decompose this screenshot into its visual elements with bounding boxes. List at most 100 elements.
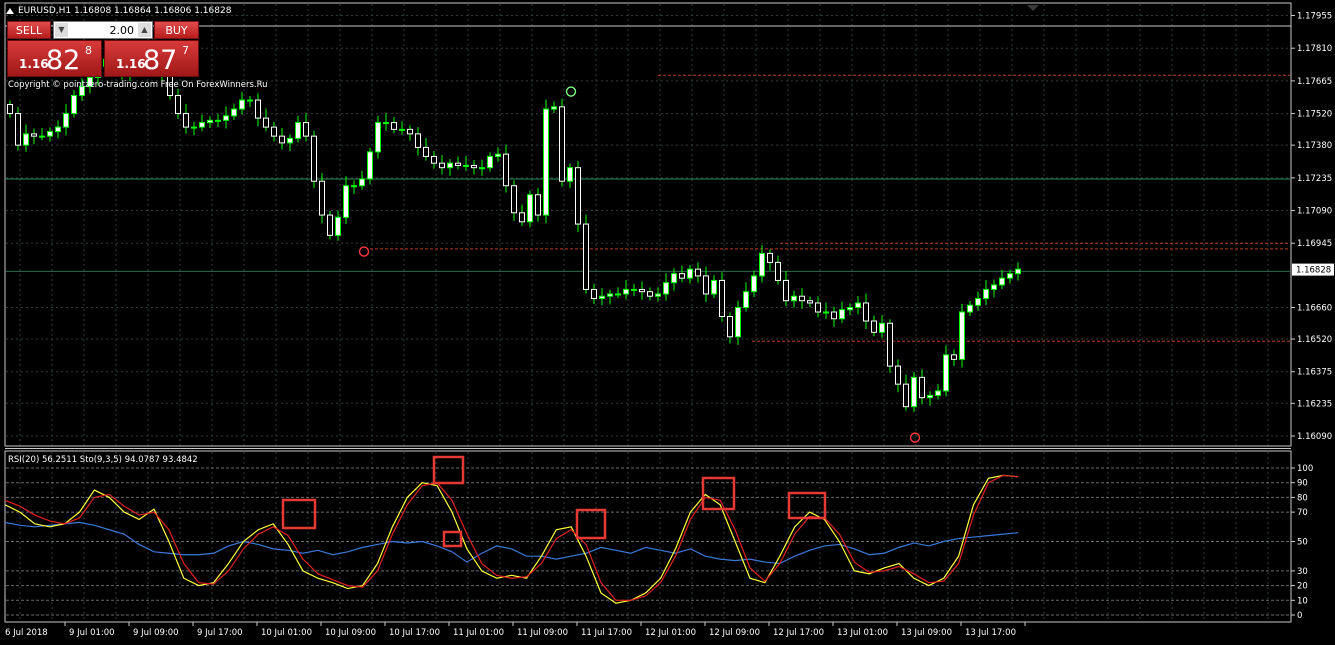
candle-body — [959, 311, 965, 360]
candle-body — [311, 135, 317, 182]
candle-body — [303, 122, 309, 137]
candle-body — [591, 288, 597, 299]
sell-price-button[interactable]: 1.16 82 8 — [7, 40, 102, 77]
candle-body — [239, 99, 245, 110]
time-tick-label: 10 Jul 17:00 — [389, 628, 440, 638]
time-tick-label: 12 Jul 09:00 — [709, 628, 760, 638]
candle-body — [943, 354, 949, 392]
candle-body — [511, 185, 517, 214]
price-tick-label: 1.16235 — [1297, 399, 1332, 409]
candle-body — [991, 284, 997, 290]
candle-body — [455, 162, 461, 166]
price-tick-label: 1.17520 — [1297, 110, 1332, 120]
candle-body — [575, 167, 581, 225]
sell-price-prefix: 1.16 — [19, 57, 49, 71]
candle-body — [207, 119, 213, 124]
candle-body — [183, 113, 189, 128]
symbol-info: EURUSD,H1 1.16808 1.16864 1.16806 1.1682… — [18, 6, 232, 16]
buy-price-prefix: 1.16 — [116, 57, 146, 71]
price-tick-label: 1.17235 — [1297, 174, 1332, 184]
candle-body — [807, 300, 813, 304]
candle-body — [647, 291, 653, 297]
candle-body — [271, 126, 277, 137]
candle-body — [671, 273, 677, 284]
candle-body — [567, 167, 573, 182]
time-tick-label: 13 Jul 09:00 — [901, 628, 952, 638]
candle-body — [223, 115, 229, 121]
candle-body — [287, 137, 293, 144]
candle-body — [607, 293, 613, 297]
time-tick-label: 10 Jul 09:00 — [325, 628, 376, 638]
buy-button[interactable]: BUY — [154, 21, 199, 39]
buy-price-button[interactable]: 1.16 87 7 — [104, 40, 199, 77]
time-tick-label: 11 Jul 01:00 — [453, 628, 504, 638]
candle-body — [415, 133, 421, 148]
indicator-tick-label: 80 — [1297, 493, 1308, 503]
lot-size-input[interactable] — [70, 22, 136, 38]
candle-body — [679, 273, 685, 279]
candle-body — [559, 106, 565, 182]
lot-size-control[interactable]: ▼ ▲ — [53, 21, 153, 39]
candle-body — [999, 277, 1005, 286]
candle-body — [703, 275, 709, 295]
candle-body — [231, 108, 237, 117]
candle-body — [983, 288, 989, 299]
candle-body — [7, 104, 13, 115]
candle-body — [15, 113, 21, 146]
candle-body — [791, 295, 797, 302]
candle-body — [783, 279, 789, 302]
candle-body — [279, 135, 285, 144]
indicator-tick-label: 20 — [1297, 582, 1308, 592]
candle-body — [879, 322, 885, 333]
candle-body — [583, 223, 589, 290]
candle-body — [39, 135, 45, 138]
candle-body — [31, 133, 37, 137]
candle-body — [23, 133, 29, 146]
candle-body — [767, 252, 773, 263]
candle-body — [215, 119, 221, 122]
price-tick-label: 1.17955 — [1297, 12, 1332, 22]
candle-body — [383, 122, 389, 125]
candle-body — [903, 383, 909, 408]
candle-body — [687, 268, 693, 279]
lot-increase-icon[interactable]: ▲ — [138, 23, 151, 37]
price-tick-label: 1.17380 — [1297, 141, 1332, 151]
candle-body — [63, 113, 69, 128]
candle-body — [375, 122, 381, 153]
price-tick-label: 1.17090 — [1297, 207, 1332, 217]
candle-body — [255, 99, 261, 119]
candle-body — [535, 194, 541, 216]
candle-body — [895, 365, 901, 385]
price-chart[interactable]: 1.17955 1.17810 1.17665 1.17520 1.17380 1.172… — [0, 0, 1335, 645]
candle-body — [823, 311, 829, 314]
candle-body — [839, 309, 845, 320]
candle-body — [663, 282, 669, 295]
candle-body — [55, 126, 61, 133]
buy-price-pips: 87 — [143, 45, 178, 76]
candle-body — [479, 167, 485, 170]
candle-body — [543, 108, 549, 216]
price-tick-label: 1.17665 — [1297, 77, 1332, 87]
candle-body — [503, 153, 509, 187]
time-tick-label: 12 Jul 01:00 — [645, 628, 696, 638]
candle-body — [431, 155, 437, 164]
current-price-label: 1.16828 — [1296, 266, 1331, 276]
candle-body — [927, 394, 933, 399]
time-tick-label: 10 Jul 01:00 — [261, 628, 312, 638]
candle-body — [615, 293, 621, 296]
candle-body — [751, 275, 757, 293]
lot-decrease-icon[interactable]: ▼ — [55, 23, 68, 37]
indicator-tick-label: 10 — [1297, 596, 1308, 606]
time-tick-label: 11 Jul 09:00 — [517, 628, 568, 638]
candle-body — [599, 295, 605, 299]
candle-body — [527, 194, 533, 223]
candle-body — [775, 261, 781, 281]
candle-body — [855, 302, 861, 308]
candle-body — [863, 302, 869, 322]
candle-body — [399, 128, 405, 131]
candle-body — [295, 122, 301, 139]
candle-body — [495, 153, 501, 157]
sell-button[interactable]: SELL — [7, 21, 51, 39]
time-tick-label: 11 Jul 17:00 — [581, 628, 632, 638]
candle-body — [847, 306, 853, 311]
